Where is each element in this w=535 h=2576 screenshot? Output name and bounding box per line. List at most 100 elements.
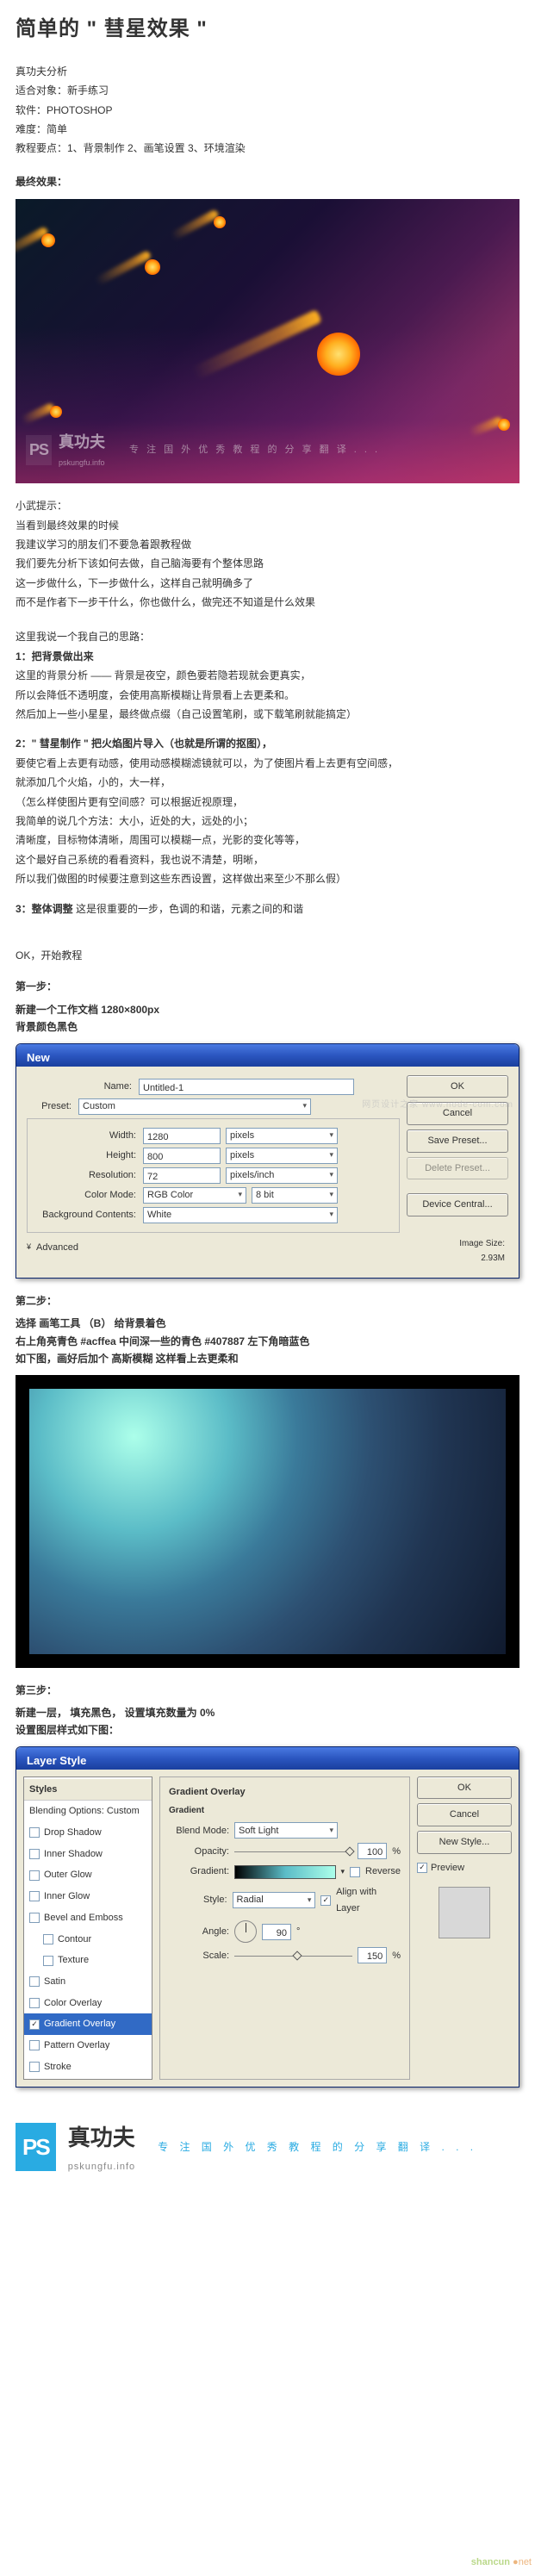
meta-line: 真功夫分析 bbox=[16, 63, 519, 80]
scale-input[interactable]: 150 bbox=[358, 1947, 387, 1963]
style-list: Styles Blending Options: Custom Drop Sha… bbox=[23, 1776, 152, 2081]
footer-badge: PS bbox=[16, 2123, 56, 2171]
meta-line: 软件：PHOTOSHOP bbox=[16, 102, 519, 119]
list-item-stroke[interactable]: Stroke bbox=[24, 2056, 152, 2078]
step2-result-image bbox=[16, 1375, 519, 1668]
scale-slider[interactable] bbox=[234, 1950, 352, 1962]
width-label: Width: bbox=[31, 1128, 143, 1144]
list-item-inner-glow[interactable]: Inner Glow bbox=[24, 1886, 152, 1907]
list-item-texture[interactable]: Texture bbox=[24, 1950, 152, 1971]
gradient-overlay-panel: Gradient Overlay Gradient Blend Mode: So… bbox=[159, 1776, 410, 2081]
resolution-label: Resolution: bbox=[31, 1167, 143, 1184]
ok-button[interactable]: OK bbox=[407, 1075, 508, 1098]
list-item-inner-shadow[interactable]: Inner Shadow bbox=[24, 1844, 152, 1865]
opacity-slider[interactable] bbox=[234, 1845, 352, 1857]
think-line: 所以我们做图的时候要注意到这些东西设置，这样做出来至少不那么假） bbox=[16, 870, 519, 887]
tip-block: 小武提示： 当看到最终效果的时候 我建议学习的朋友们不要急着跟教程做 我们要先分… bbox=[16, 497, 519, 611]
width-unit-select[interactable]: pixels bbox=[226, 1128, 338, 1144]
footer-url: pskungfu.info bbox=[68, 2162, 135, 2172]
list-item-satin[interactable]: Satin bbox=[24, 1971, 152, 1993]
step3-h: 第三步： bbox=[16, 1682, 519, 1699]
faint-watermark: 网页设计之家 www.node-com.com bbox=[362, 1098, 513, 1112]
colormode-select[interactable]: RGB Color bbox=[143, 1187, 246, 1204]
preset-label: Preset: bbox=[27, 1098, 78, 1115]
height-unit-select[interactable]: pixels bbox=[226, 1148, 338, 1164]
tip-line: 当看到最终效果的时候 bbox=[16, 517, 519, 534]
percent-label: % bbox=[392, 1948, 401, 1964]
step2-line: 选择 画笔工具 （B） 给背景着色 bbox=[16, 1315, 519, 1332]
think-line: 这是很重要的一步，色调的和谐，元素之间的和谐 bbox=[76, 903, 303, 915]
resolution-unit-select[interactable]: pixels/inch bbox=[226, 1167, 338, 1184]
think-line: 然后加上一些小星星，最终做点缀（自己设置笔刷，或下载笔刷就能搞定） bbox=[16, 706, 519, 723]
reverse-checkbox[interactable] bbox=[350, 1867, 360, 1877]
panel-subtitle: Gradient bbox=[169, 1803, 401, 1818]
step1-b: 背景颜色黑色 bbox=[16, 1018, 519, 1036]
corner-watermark: shancun ●net bbox=[471, 2554, 532, 2571]
preset-select[interactable]: Custom bbox=[78, 1098, 311, 1115]
list-item-styles[interactable]: Styles bbox=[24, 1779, 152, 1801]
footer-tagline: 专 注 国 外 优 秀 教 程 的 分 享 翻 译 . . . bbox=[158, 2138, 477, 2156]
preview-swatch bbox=[439, 1887, 490, 1938]
resolution-input[interactable]: 72 bbox=[143, 1167, 221, 1184]
image-size-label: Image Size: bbox=[459, 1239, 505, 1248]
save-preset-button[interactable]: Save Preset... bbox=[407, 1129, 508, 1153]
align-checkbox[interactable]: ✓ bbox=[320, 1895, 331, 1906]
angle-dial[interactable] bbox=[234, 1920, 257, 1943]
dialog-title-bar: New bbox=[16, 1044, 519, 1067]
tip-line: 我们要先分析下该如何去做，自己脑海要有个整体思路 bbox=[16, 555, 519, 572]
align-label: Align with Layer bbox=[336, 1884, 401, 1916]
style-select[interactable]: Radial bbox=[233, 1892, 316, 1908]
list-item-drop-shadow[interactable]: Drop Shadow bbox=[24, 1822, 152, 1844]
wm-tagline: 专 注 国 外 优 秀 教 程 的 分 享 翻 译 . . . bbox=[129, 442, 380, 458]
advanced-label[interactable]: Advanced bbox=[36, 1240, 78, 1256]
width-input[interactable]: 1280 bbox=[143, 1128, 221, 1144]
degree-label: ° bbox=[296, 1924, 300, 1940]
device-central-button[interactable]: Device Central... bbox=[407, 1193, 508, 1216]
footer: PS 真功夫 pskungfu.info 专 注 国 外 优 秀 教 程 的 分… bbox=[16, 2113, 519, 2188]
tip-line: 而不是作者下一步干什么，你也做什么，做完还不知道是什么效果 bbox=[16, 594, 519, 611]
think-line: 所以会降低不透明度，会使用高斯模糊让背景看上去更柔和。 bbox=[16, 687, 519, 704]
bitdepth-select[interactable]: 8 bit bbox=[252, 1187, 338, 1204]
think-step2-h: 2：" 彗星制作 " 把火焰图片导入（也就是所谓的抠图）， bbox=[16, 737, 272, 750]
panel-title: Gradient Overlay bbox=[169, 1784, 401, 1801]
bgcontents-select[interactable]: White bbox=[143, 1207, 338, 1223]
think-step3-h: 3：整体调整 bbox=[16, 903, 73, 915]
think-line: 清晰度，目标物体清晰，周围可以模糊一点，光影的变化等等， bbox=[16, 831, 519, 849]
angle-label: Angle: bbox=[169, 1924, 229, 1940]
colormode-label: Color Mode: bbox=[31, 1187, 143, 1204]
list-item-pattern-overlay[interactable]: Pattern Overlay bbox=[24, 2035, 152, 2056]
angle-input[interactable]: 90 bbox=[262, 1924, 291, 1940]
list-item-contour[interactable]: Contour bbox=[24, 1929, 152, 1951]
cancel-button[interactable]: Cancel bbox=[417, 1803, 512, 1826]
gradient-label: Gradient: bbox=[169, 1864, 229, 1880]
new-style-button[interactable]: New Style... bbox=[417, 1831, 512, 1854]
reverse-label: Reverse bbox=[365, 1864, 401, 1880]
ok-button[interactable]: OK bbox=[417, 1776, 512, 1800]
height-input[interactable]: 800 bbox=[143, 1148, 221, 1164]
footer-brand: 真功夫 bbox=[68, 2125, 135, 2150]
blendmode-select[interactable]: Soft Light bbox=[234, 1822, 338, 1839]
meta-block: 真功夫分析 适合对象：新手练习 软件：PHOTOSHOP 难度：简单 教程要点：… bbox=[16, 63, 519, 158]
think-line: 这个最好自己系统的看看资料，我也说不清楚，明晰， bbox=[16, 851, 519, 868]
step2-line: 如下图，画好后加个 高斯模糊 这样看上去更柔和 bbox=[16, 1350, 519, 1367]
advanced-twisty-icon[interactable]: ¥ bbox=[27, 1241, 31, 1254]
preview-checkbox[interactable]: ✓ bbox=[417, 1863, 427, 1873]
opacity-input[interactable]: 100 bbox=[358, 1843, 387, 1859]
step3-line: 设置图层样式如下图： bbox=[16, 1721, 519, 1739]
list-item-color-overlay[interactable]: Color Overlay bbox=[24, 1993, 152, 2014]
think-line: （怎么样使图片更有空间感？可以根据近视原理， bbox=[16, 793, 519, 811]
gradient-picker[interactable] bbox=[234, 1865, 336, 1879]
list-item-bevel[interactable]: Bevel and Emboss bbox=[24, 1907, 152, 1929]
list-item-gradient-overlay[interactable]: ✓Gradient Overlay bbox=[24, 2013, 152, 2035]
list-item-outer-glow[interactable]: Outer Glow bbox=[24, 1864, 152, 1886]
step2-h: 第二步： bbox=[16, 1292, 519, 1310]
think-line: 这里的背景分析 —— 背景是夜空，颜色要若隐若现就会更真实， bbox=[16, 667, 519, 684]
step1-a: 新建一个工作文档 1280×800px bbox=[16, 1001, 519, 1018]
scale-label: Scale: bbox=[169, 1948, 229, 1964]
think-line: 我简单的说几个方法：大小，近处的大，远处的小； bbox=[16, 812, 519, 830]
think-step1-h: 1：把背景做出来 bbox=[16, 648, 519, 665]
list-item-blending[interactable]: Blending Options: Custom bbox=[24, 1801, 152, 1822]
name-input[interactable]: Untitled-1 bbox=[139, 1079, 354, 1095]
step1-h: 第一步： bbox=[16, 978, 519, 995]
percent-label: % bbox=[392, 1844, 401, 1860]
